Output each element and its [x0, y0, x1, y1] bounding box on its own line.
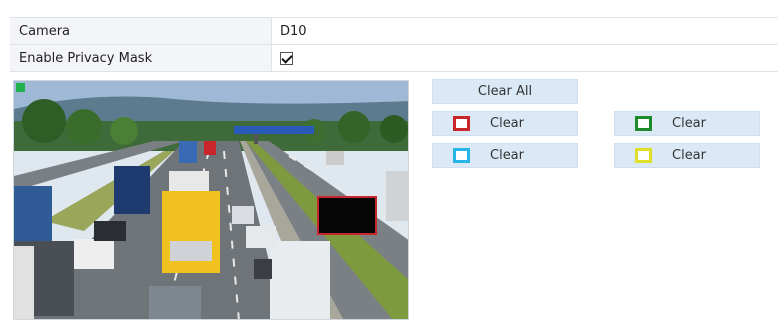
camera-row: Camera D10 [10, 18, 778, 45]
yellow-mask-swatch-icon [635, 148, 652, 163]
clear-cyan-mask-button[interactable]: Clear [432, 143, 578, 168]
green-mask-swatch-icon [635, 116, 652, 131]
privacy-mask-region-red[interactable] [317, 196, 377, 235]
clear-yellow-mask-button[interactable]: Clear [614, 143, 760, 168]
clear-green-label: Clear [672, 116, 706, 131]
privacy-mask-label: Enable Privacy Mask [10, 45, 272, 71]
cyan-mask-swatch-icon [453, 148, 470, 163]
clear-red-label: Clear [490, 116, 524, 131]
clear-cyan-label: Clear [490, 148, 524, 163]
enable-privacy-mask-checkbox[interactable] [280, 51, 293, 65]
live-indicator-icon [16, 83, 25, 92]
clear-all-button[interactable]: Clear All [432, 79, 578, 104]
red-mask-swatch-icon [453, 116, 470, 131]
clear-green-mask-button[interactable]: Clear [614, 111, 760, 136]
camera-settings-form: Camera D10 Enable Privacy Mask [10, 17, 778, 72]
live-preview[interactable] [13, 80, 409, 320]
camera-label: Camera [10, 18, 272, 44]
clear-red-mask-button[interactable]: Clear [432, 111, 578, 136]
privacy-mask-row: Enable Privacy Mask [10, 45, 778, 72]
clear-yellow-label: Clear [672, 148, 706, 163]
camera-value[interactable]: D10 [272, 18, 778, 44]
